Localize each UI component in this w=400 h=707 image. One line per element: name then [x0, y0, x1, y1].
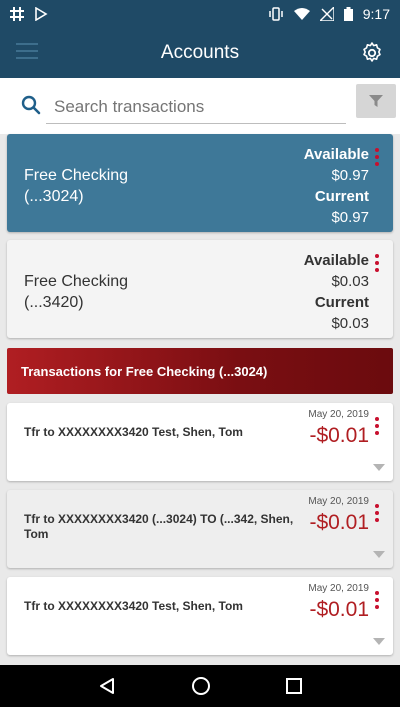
- settings-button[interactable]: [360, 41, 384, 65]
- battery-icon: [343, 7, 353, 21]
- transaction-amount: -$0.01: [309, 598, 369, 621]
- page-title: Accounts: [160, 42, 240, 63]
- vibrate-icon: [269, 7, 283, 21]
- transaction-description: Tfr to XXXXXXXX3420 (...3024) TO (...342…: [24, 512, 294, 541]
- available-amount: $0.03: [331, 273, 369, 290]
- expand-chevron-icon[interactable]: [373, 638, 385, 645]
- more-options-icon[interactable]: [375, 148, 381, 168]
- transaction-date: May 20, 2019: [308, 409, 369, 420]
- recents-icon[interactable]: [286, 678, 303, 694]
- more-options-icon[interactable]: [375, 254, 381, 274]
- app-bar: Accounts: [0, 28, 400, 78]
- current-label: Current: [314, 294, 369, 311]
- account-card-3420[interactable]: Free Checking (...3420) Available $0.03 …: [7, 240, 393, 338]
- transaction-amount: -$0.01: [309, 424, 369, 447]
- available-label: Available: [303, 252, 369, 269]
- more-options-icon[interactable]: [375, 504, 381, 524]
- account-name: Free Checking (...3420): [24, 273, 129, 311]
- system-nav-bar: [0, 665, 400, 707]
- menu-button[interactable]: [16, 43, 38, 61]
- back-icon[interactable]: [98, 677, 116, 695]
- current-label: Current: [314, 188, 369, 205]
- filter-button[interactable]: [356, 84, 396, 118]
- transaction-date: May 20, 2019: [308, 583, 369, 594]
- gear-icon: [363, 42, 381, 62]
- available-amount: $0.97: [331, 167, 369, 184]
- transaction-item[interactable]: Tfr to XXXXXXXX3420 (...3024) TO (...342…: [7, 490, 393, 568]
- current-amount: $0.03: [331, 315, 369, 332]
- more-options-icon[interactable]: [375, 417, 381, 437]
- account-name: Free Checking (...3024): [24, 167, 129, 205]
- search-input[interactable]: [46, 90, 346, 124]
- transaction-date: May 20, 2019: [308, 496, 369, 507]
- more-options-icon[interactable]: [375, 591, 381, 611]
- account-card-3024[interactable]: Free Checking (...3024) Available $0.97 …: [7, 134, 393, 232]
- menu-icon: [16, 43, 38, 45]
- play-store-icon: [35, 7, 48, 21]
- expand-chevron-icon[interactable]: [373, 464, 385, 471]
- transaction-amount: -$0.01: [309, 511, 369, 534]
- filter-icon: [369, 95, 383, 107]
- slack-icon: [10, 7, 24, 21]
- wifi-icon: [293, 8, 310, 20]
- current-amount: $0.97: [331, 209, 369, 226]
- account-balances: Available $0.97 Current $0.97: [304, 144, 369, 228]
- transaction-description: Tfr to XXXXXXXX3420 Test, Shen, Tom: [24, 425, 243, 439]
- signal-off-icon: [319, 7, 334, 21]
- transaction-item[interactable]: Tfr to XXXXXXXX3420 Test, Shen, Tom May …: [7, 577, 393, 655]
- account-balances: Available $0.03 Current $0.03: [304, 250, 369, 334]
- available-label: Available: [303, 146, 369, 163]
- search-bar: [0, 78, 400, 134]
- status-bar: 9:17: [0, 0, 400, 28]
- search-icon: [21, 95, 41, 115]
- status-time: 9:17: [362, 6, 390, 22]
- home-icon[interactable]: [191, 676, 211, 696]
- transaction-item[interactable]: Tfr to XXXXXXXX3420 Test, Shen, Tom May …: [7, 403, 393, 481]
- transactions-header: Transactions for Free Checking (...3024): [7, 348, 393, 394]
- expand-chevron-icon[interactable]: [373, 551, 385, 558]
- transaction-description: Tfr to XXXXXXXX3420 Test, Shen, Tom: [24, 599, 243, 613]
